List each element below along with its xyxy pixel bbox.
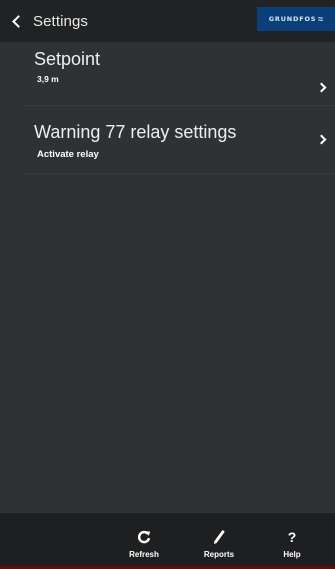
- reports-button[interactable]: Reports: [189, 513, 249, 566]
- brand-logo: GRUNDFOS ≈: [257, 7, 335, 31]
- setpoint-title: Setpoint: [34, 49, 101, 69]
- bottom-toolbar: Refresh Reports ? Help: [0, 513, 335, 566]
- settings-list: Setpoint 3,9 m Warning 77 relay settings…: [25, 42, 335, 174]
- chevron-right-icon: [316, 134, 327, 145]
- settings-screen: Settings GRUNDFOS ≈ Setpoint 3,9 m Warni…: [0, 0, 335, 569]
- warning-77-relay-subtitle: Activate relay: [37, 149, 99, 160]
- help-label: Help: [283, 550, 301, 559]
- refresh-button[interactable]: Refresh: [114, 513, 174, 566]
- setpoint-row[interactable]: Setpoint 3,9 m: [25, 42, 335, 106]
- back-button[interactable]: Settings: [0, 0, 88, 42]
- warning-77-relay-row[interactable]: Warning 77 relay settings Activate relay: [25, 106, 335, 174]
- setpoint-value: 3,9 m: [37, 74, 59, 84]
- brand-wave-icon: ≈: [318, 14, 324, 24]
- help-button[interactable]: ? Help: [262, 513, 322, 566]
- pencil-icon: [212, 526, 226, 548]
- chevron-right-icon: [316, 82, 327, 93]
- refresh-icon: [137, 526, 151, 548]
- warning-77-relay-title: Warning 77 relay settings: [34, 122, 237, 142]
- brand-logo-text: GRUNDFOS: [268, 15, 317, 23]
- back-button-label: Settings: [33, 12, 88, 30]
- reports-label: Reports: [203, 550, 235, 559]
- refresh-label: Refresh: [129, 550, 159, 559]
- help-icon: ?: [287, 529, 297, 545]
- chevron-left-icon: [12, 14, 25, 28]
- top-bar: Settings GRUNDFOS ≈: [0, 0, 335, 42]
